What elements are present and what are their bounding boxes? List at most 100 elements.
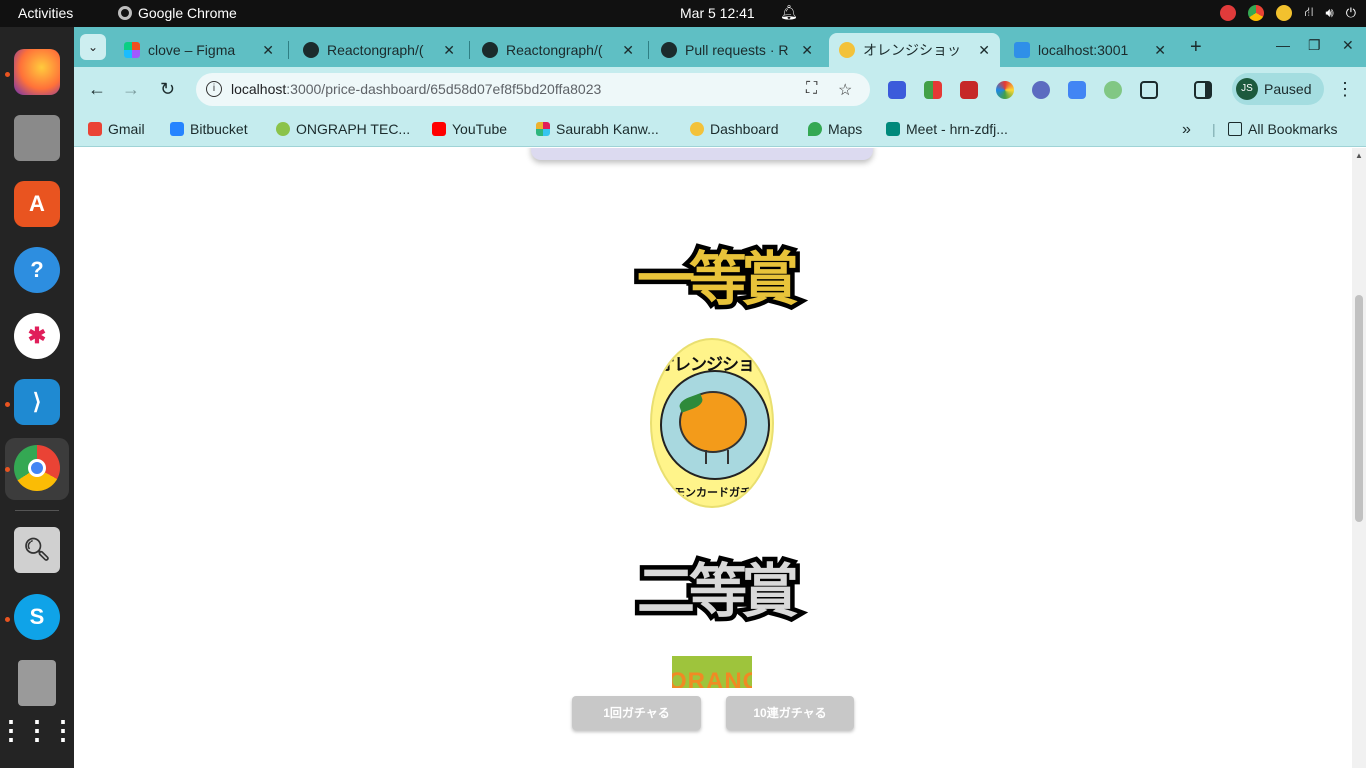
extension-translate-icon[interactable] [1068,81,1086,99]
tab-search-button[interactable]: ⌄ [80,34,106,60]
tab-reactongraph-2[interactable]: Reactongraph/( ✕ [472,33,644,67]
power-icon[interactable]: ⏻ [1346,5,1356,21]
extension-colorpick-icon[interactable] [924,81,942,99]
github-favicon-icon [482,42,498,58]
system-tray[interactable]: ⛙ 🔊︎ ⏻ [1220,4,1356,22]
slack-bookmark-icon [536,122,550,136]
system-top-bar: Activities Google Chrome Mar 5 12:41 🔔︎ … [0,0,1366,27]
do-not-disturb-icon[interactable] [1220,5,1237,21]
image-viewer-icon[interactable]: 🔍︎ [14,527,60,573]
gmail-icon [88,122,102,136]
tab-title: clove – Figma [148,42,236,58]
site-info-icon[interactable]: i [206,81,222,97]
chrome-menu-icon[interactable]: ⋮ [1336,79,1354,100]
orange-shop-logo[interactable]: オレンジショップ ポケモンカードガチャ専門 [650,338,774,508]
extension-gear-icon[interactable] [1032,81,1050,99]
profile-button[interactable]: JS Paused [1232,73,1324,105]
close-tab-icon[interactable]: ✕ [622,42,634,59]
url-host: localhost [231,81,287,97]
files-icon[interactable] [14,115,60,161]
close-tab-icon[interactable]: ✕ [978,42,990,59]
close-window-icon[interactable]: ✕ [1342,37,1354,54]
tab-orange-shop[interactable]: オレンジショッ ✕ [829,33,1000,67]
slack-icon[interactable]: ✱ [14,313,60,359]
url-path: :3000/price-dashboard/65d58d07ef8f5bd20f… [286,81,602,97]
github-favicon-icon [303,42,319,58]
bookmark-gmail[interactable]: Gmail [88,121,145,137]
all-bookmarks-button[interactable]: All Bookmarks [1228,121,1337,137]
forward-icon[interactable]: → [122,79,140,100]
bookmarks-divider: | [1212,121,1216,137]
firefox-icon[interactable] [14,49,60,95]
dock: A ? ✱ ⟩ 🔍︎ S ⋮⋮⋮ [0,27,76,768]
tab-strip: ⌄ clove – Figma ✕ Reactongraph/( ✕ React… [74,27,1366,67]
tab-figma[interactable]: clove – Figma ✕ [114,33,284,67]
minimize-icon[interactable]: — [1276,37,1290,53]
trash-icon[interactable] [18,660,56,706]
youtube-icon [432,122,446,136]
close-tab-icon[interactable]: ✕ [1154,42,1166,59]
tab-pull-requests[interactable]: Pull requests · R ✕ [651,33,823,67]
restore-icon[interactable]: ❐ [1308,37,1321,54]
vscode-icon[interactable]: ⟩ [14,379,60,425]
bookmark-bitbucket[interactable]: Bitbucket [170,121,248,137]
close-tab-icon[interactable]: ✕ [262,42,274,59]
bookmark-star-icon[interactable]: ☆ [838,80,852,100]
volume-icon[interactable]: 🔊︎ [1326,5,1334,21]
close-tab-icon[interactable]: ✕ [443,42,455,59]
bookmark-ongraph[interactable]: ONGRAPH TEC... [276,121,410,137]
tab-reactongraph-1[interactable]: Reactongraph/( ✕ [293,33,465,67]
chrome-tray-icon[interactable] [1248,5,1265,21]
close-tab-icon[interactable]: ✕ [801,42,813,59]
url-text[interactable]: localhost:3000/price-dashboard/65d58d07e… [231,81,601,97]
active-app-menu[interactable]: Google Chrome [118,5,237,21]
app-center-icon[interactable]: A [14,181,60,227]
running-indicator [5,467,10,472]
prize-card-image[interactable]: ORANG [672,656,752,688]
tab-title: オレンジショッ [863,42,961,58]
bookmark-label: Bitbucket [190,121,248,137]
page-scrollbar[interactable]: ▲ [1352,148,1366,768]
activities-button[interactable]: Activities [18,5,73,21]
first-prize-heading: 一等賞 [632,241,803,318]
bookmark-dashboard[interactable]: Dashboard [690,121,779,137]
back-icon[interactable]: ← [88,79,106,100]
translate-icon[interactable]: ⛶ [806,80,817,98]
extensions-puzzle-icon[interactable] [1140,81,1158,99]
bookmark-label: Saurabh Kanw... [556,121,659,137]
running-indicator [5,72,10,77]
extension-color-wheel-icon[interactable] [996,81,1014,99]
scrollbar-thumb[interactable] [1355,295,1363,522]
clock[interactable]: Mar 5 12:41 [680,5,755,21]
skype-icon[interactable]: S [14,594,60,640]
reload-icon[interactable]: ↻ [160,79,175,100]
tab-title: Reactongraph/( [327,42,424,58]
bookmark-meet[interactable]: Meet - hrn-zdfj... [886,121,1008,137]
bitbucket-icon [170,122,184,136]
chrome-icon[interactable] [14,445,60,491]
extension-green-icon[interactable] [1104,81,1122,99]
updates-tray-icon[interactable] [1276,5,1293,21]
bookmark-youtube[interactable]: YouTube [432,121,507,137]
chrome-app-icon [118,6,132,20]
bookmark-label: Dashboard [710,121,779,137]
page-content: 一等賞 オレンジショップ ポケモンカードガチャ専門 二等賞 ORANG 1回ガチ… [74,148,1352,768]
help-icon[interactable]: ? [14,247,60,293]
gacha-ten-button[interactable]: 10連ガチャる [726,696,854,730]
bookmark-saurabh[interactable]: Saurabh Kanw... [536,121,659,137]
active-app-name: Google Chrome [138,5,237,21]
side-panel-icon[interactable] [1194,81,1212,99]
show-apps-icon[interactable]: ⋮⋮⋮ [0,707,76,753]
new-tab-button[interactable]: + [1190,36,1202,59]
meet-icon [886,122,900,136]
bookmark-maps[interactable]: Maps [808,121,862,137]
tab-localhost-3001[interactable]: localhost:3001 ✕ [1004,33,1176,67]
more-bookmarks-icon[interactable]: » [1182,121,1191,139]
extension-red-icon[interactable] [960,81,978,99]
gacha-once-button[interactable]: 1回ガチャる [572,696,701,730]
network-icon[interactable]: ⛙ [1304,4,1313,22]
scroll-up-icon[interactable]: ▲ [1355,151,1363,160]
extension-screencast-icon[interactable] [888,81,906,99]
running-indicator [5,617,10,622]
address-bar[interactable]: i localhost:3000/price-dashboard/65d58d0… [196,73,870,106]
